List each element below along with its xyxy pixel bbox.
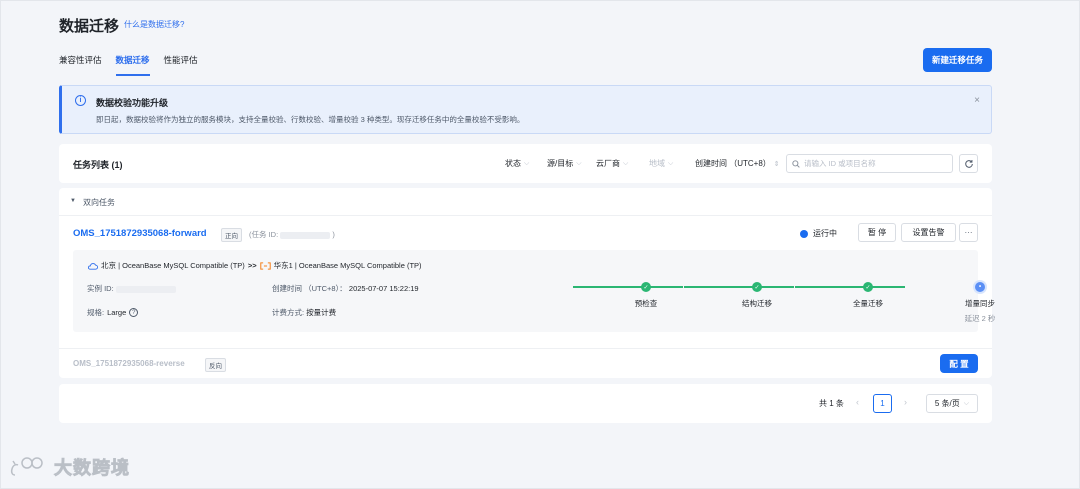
filter-label: 源/目标 [547, 159, 574, 168]
step-label-full: 全量迁移 [853, 299, 883, 308]
instance-id: 实例 ID: [87, 283, 176, 294]
watermark-text: 大数跨境 [54, 458, 130, 479]
step-connector [684, 286, 794, 288]
watermark-logo-icon [10, 457, 43, 476]
config-button[interactable]: 配 置 [940, 354, 978, 373]
close-icon[interactable]: × [974, 95, 980, 106]
step-connector [573, 286, 683, 288]
pause-button[interactable]: 暂 停 [858, 223, 896, 242]
source-endpoint: 北京 | OceanBase MySQL Compatible (TP) [101, 261, 245, 270]
task-id-prefix: (任务 ID: [249, 230, 279, 239]
filter-label: 云厂商 [596, 159, 620, 168]
task-id-suffix: ) [332, 230, 335, 239]
chevron-down-icon: ⌵ [623, 159, 629, 167]
new-task-button[interactable]: 新建迁移任务 [923, 48, 992, 72]
status-dot [800, 230, 808, 238]
created-value: 2025-07-07 15:22:19 [348, 284, 419, 293]
check-icon: ✓ [752, 282, 762, 292]
page-1-button[interactable]: 1 [873, 394, 892, 413]
search-input[interactable] [804, 159, 949, 168]
direction-tag: 正向 [221, 228, 242, 242]
step-label-incremental: 增量同步 [965, 299, 995, 308]
billing-label: 计费方式: [272, 308, 305, 317]
running-icon: • [975, 282, 985, 292]
task-name-link[interactable]: OMS_1751872935068-forward [73, 228, 207, 239]
more-button[interactable]: ··· [959, 223, 978, 242]
instance-label: 实例 ID: [87, 284, 114, 293]
check-icon: ✓ [863, 282, 873, 292]
prev-page-icon[interactable]: ‹ [856, 397, 859, 407]
chevron-down-icon: ⌵ [963, 399, 970, 407]
tab-migration[interactable]: 数据迁移 [115, 54, 150, 76]
chevron-down-icon: ⌵ [524, 159, 530, 167]
notice-banner: i 数据校验功能升级 即日起，数据校验将作为独立的服务模块，支持全量校验、行数校… [59, 85, 992, 134]
reverse-task-name[interactable]: OMS_1751872935068-reverse [73, 359, 185, 368]
caret-down-icon[interactable]: ▼ [70, 198, 76, 204]
filter-status[interactable]: 状态 ⌵ [505, 158, 529, 169]
task-list-header: 任务列表 (1) 状态 ⌵ 源/目标 ⌵ 云厂商 ⌵ 地域 ⌵ 创建时间 （UT… [59, 144, 992, 183]
reverse-task-row: OMS_1751872935068-reverse 反向 配 置 [59, 348, 992, 378]
search-box [786, 154, 953, 173]
route-arrow: >> [247, 261, 257, 270]
step-connector [795, 286, 905, 288]
page-size-value: 5 条/页 [934, 399, 960, 408]
refresh-button[interactable] [959, 154, 978, 173]
tab-performance[interactable]: 性能评估 [164, 54, 198, 76]
redacted-value [280, 231, 331, 239]
total-count: 共 1 条 [819, 399, 844, 408]
filter-label: 地域 [649, 159, 665, 168]
help-link[interactable]: 什么是数据迁移? [124, 19, 184, 30]
sort-icon: ⇕ [773, 160, 780, 168]
filter-cloud-vendor[interactable]: 云厂商 ⌵ [596, 158, 628, 169]
step-label-schema: 结构迁移 [742, 299, 772, 308]
status-text: 运行中 [813, 229, 837, 238]
direction-tag: 反向 [205, 358, 226, 372]
notice-title: 数据校验功能升级 [96, 98, 169, 108]
chevron-down-icon: ⌵ [576, 159, 582, 167]
billing-value: 按量计费 [306, 308, 337, 317]
help-icon[interactable]: ? [129, 308, 139, 317]
list-title: 任务列表 (1) [73, 160, 123, 170]
refresh-icon [964, 159, 973, 168]
spec-value: Large [107, 308, 127, 317]
target-endpoint: 华东1 | OceanBase MySQL Compatible (TP) [273, 261, 422, 270]
group-row: ▼ 双向任务 [59, 188, 992, 216]
filter-label: 创建时间 （UTC+8） [695, 159, 771, 168]
spec: 规格: Large ? [87, 307, 139, 318]
notice-body: 即日起，数据校验将作为独立的服务模块，支持全量校验、行数校验、增量校验 3 种类… [96, 115, 525, 124]
tab-bar: 兼容性评估 数据迁移 性能评估 [59, 54, 198, 76]
set-alert-button[interactable]: 设置告警 [901, 223, 956, 242]
billing: 计费方式: 按量计费 [272, 307, 336, 318]
chevron-down-icon: ⌵ [668, 159, 674, 167]
watermark: 大数跨境 [9, 454, 130, 480]
task-detail: 北京 | OceanBase MySQL Compatible (TP) >> … [73, 250, 995, 332]
filter-label: 状态 [505, 159, 521, 168]
filter-source-target[interactable]: 源/目标 ⌵ [547, 158, 582, 169]
search-icon [792, 159, 800, 168]
redacted-value [115, 285, 176, 293]
bracket-icon [259, 261, 271, 270]
info-icon: i [75, 95, 86, 106]
task-card: ▼ 双向任务 OMS_1751872935068-forward 正向 (任务 … [59, 188, 995, 378]
created-time: 创建时间 （UTC+8）： 2025-07-07 15:22:19 [272, 283, 419, 294]
next-page-icon[interactable]: › [904, 397, 907, 407]
tab-compatibility[interactable]: 兼容性评估 [59, 54, 102, 76]
created-label: 创建时间 （UTC+8）： [272, 284, 347, 293]
page-size-select[interactable]: 5 条/页 ⌵ [926, 394, 978, 413]
filter-region: 地域 ⌵ [649, 158, 673, 169]
group-label: 双向任务 [83, 198, 115, 207]
step-latency: 延迟 2 秒 [964, 314, 996, 323]
app-frame: 数据迁移 什么是数据迁移? 兼容性评估 数据迁移 性能评估 新建迁移任务 i 数… [0, 0, 1080, 489]
cloud-icon [88, 262, 98, 270]
check-icon: ✓ [641, 282, 651, 292]
pagination: 共 1 条 ‹ 1 › 5 条/页 ⌵ [59, 384, 992, 423]
filter-created-time[interactable]: 创建时间 （UTC+8） ⇕ [695, 158, 780, 169]
page-title: 数据迁移 [59, 18, 120, 35]
spec-label: 规格: [87, 308, 105, 317]
step-label-precheck: 预检查 [634, 299, 658, 308]
route: 北京 | OceanBase MySQL Compatible (TP) >> … [87, 260, 422, 271]
task-id: (任务 ID: ) [249, 229, 335, 240]
